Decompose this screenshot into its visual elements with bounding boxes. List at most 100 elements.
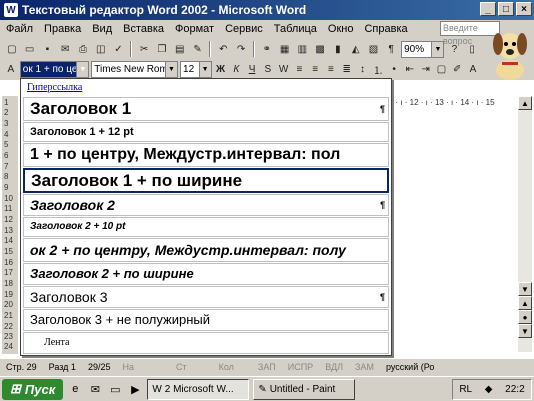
style-item-heading3[interactable]: Заголовок 3 ¶ xyxy=(23,286,389,308)
outlook-icon[interactable]: ✉ xyxy=(87,381,103,397)
help-icon[interactable]: ? xyxy=(446,41,462,57)
open-folder-icon[interactable]: ▭ xyxy=(22,41,38,57)
spelling-icon[interactable]: ✓ xyxy=(111,41,127,57)
status-language[interactable]: русский (Ро xyxy=(380,362,440,372)
save-icon[interactable]: ▪ xyxy=(40,41,56,57)
style-item-heading2[interactable]: Заголовок 2 ¶ xyxy=(23,194,389,216)
tray-clock[interactable]: 22:2 xyxy=(505,384,524,395)
justify-icon[interactable]: ≣ xyxy=(340,61,354,77)
show-desktop-icon[interactable]: ▭ xyxy=(107,381,123,397)
bold-icon[interactable]: Ж xyxy=(214,61,228,77)
columns-icon[interactable]: ▮ xyxy=(330,41,346,57)
menu-insert[interactable]: Вставка xyxy=(123,23,164,35)
scroll-down-icon[interactable]: ▼ xyxy=(518,282,532,296)
zoom-combo[interactable]: 90% ▼ xyxy=(401,40,445,58)
format-painter-icon[interactable]: ✎ xyxy=(190,41,206,57)
align-center-icon[interactable]: ≡ xyxy=(308,61,322,77)
menu-tools[interactable]: Сервис xyxy=(225,23,263,35)
media-player-icon[interactable]: ▶ xyxy=(127,381,143,397)
align-left-icon[interactable]: ≡ xyxy=(293,61,307,77)
drawing-icon[interactable]: ◭ xyxy=(348,41,364,57)
style-item-heading1-justify[interactable]: Заголовок 1 + по ширине xyxy=(23,168,389,193)
scroll-track[interactable] xyxy=(518,110,532,282)
horizontal-ruler[interactable]: · 11 · ı · 12 · ı · 13 · ı · 14 · ı · 15 xyxy=(380,98,520,112)
menu-window[interactable]: Окно xyxy=(328,23,354,35)
style-item-heading3-not-bold[interactable]: Заголовок 3 + не полужирный xyxy=(23,309,389,331)
internet-explorer-icon[interactable]: e xyxy=(67,381,83,397)
close-button[interactable]: × xyxy=(516,2,532,16)
paste-icon[interactable]: ▤ xyxy=(172,41,188,57)
task-button-paint[interactable]: ✎ Untitled - Paint xyxy=(253,378,356,400)
bullets-icon[interactable]: • xyxy=(387,61,401,77)
status-ext[interactable]: ВДЛ xyxy=(319,362,349,372)
hyperlink-icon[interactable]: ⚭ xyxy=(259,41,275,57)
font-size-combo[interactable]: 12 ▼ xyxy=(180,60,212,78)
tray-app-icon[interactable]: ◆ xyxy=(485,384,493,395)
tray-language[interactable]: RL xyxy=(459,384,472,395)
task-button-word[interactable]: W 2 Microsoft W... xyxy=(147,378,250,400)
style-item-heading1[interactable]: Заголовок 1 ¶ xyxy=(23,97,389,121)
style-combo[interactable]: ок 1 + по центру ▼ xyxy=(19,60,90,78)
underline-icon[interactable]: Ч xyxy=(245,61,259,77)
font-combo[interactable]: Times New Roman ▼ xyxy=(91,60,179,78)
prev-page-icon[interactable]: ▲ xyxy=(518,296,532,310)
italic-icon[interactable]: К xyxy=(229,61,243,77)
numbering-icon[interactable]: ⒈ xyxy=(371,61,385,77)
next-page-icon[interactable]: ▼ xyxy=(518,324,532,338)
menu-format[interactable]: Формат xyxy=(175,23,214,35)
chevron-down-icon[interactable]: ▼ xyxy=(165,61,178,77)
insert-table-icon[interactable]: ▥ xyxy=(294,41,310,57)
select-browse-object-icon[interactable]: ● xyxy=(518,310,532,324)
style-item-heading1-12pt[interactable]: Заголовок 1 + 12 pt xyxy=(23,122,389,142)
redo-icon[interactable]: ↷ xyxy=(233,41,249,57)
style-item-lenta[interactable]: Лента xyxy=(23,332,389,354)
office-assistant-dog-icon[interactable] xyxy=(488,22,532,84)
menu-help[interactable]: Справка xyxy=(364,23,407,35)
vertical-ruler[interactable]: 1 2 3 4 5 6 7 8 9 10 11 12 13 14 15 16 1… xyxy=(2,96,18,354)
document-map-icon[interactable]: ▧ xyxy=(366,41,382,57)
status-rec[interactable]: ЗАП xyxy=(252,362,282,372)
print-icon[interactable]: ⎙ xyxy=(75,41,91,57)
wordart-icon[interactable]: W xyxy=(277,61,291,77)
style-item-heading2-center[interactable]: ок 2 + по центру, Междустр.интервал: пол… xyxy=(23,238,389,262)
maximize-button[interactable]: □ xyxy=(498,2,514,16)
style-item-heading2-justify[interactable]: Заголовок 2 + по ширине xyxy=(23,263,389,285)
line-spacing-icon[interactable]: ↕ xyxy=(356,61,370,77)
menu-edit[interactable]: Правка xyxy=(44,23,81,35)
excel-icon[interactable]: ▩ xyxy=(312,41,328,57)
new-document-icon[interactable]: ▢ xyxy=(4,41,20,57)
highlight-icon[interactable]: ✐ xyxy=(450,61,464,77)
minimize-button[interactable]: _ xyxy=(480,2,496,16)
tables-borders-icon[interactable]: ▦ xyxy=(277,41,293,57)
start-button[interactable]: ⊞ Пуск xyxy=(2,378,64,400)
status-trk[interactable]: ИСПР xyxy=(282,362,319,372)
style-dropdown-list[interactable]: Гиперссылка Заголовок 1 ¶ Заголовок 1 + … xyxy=(20,78,392,356)
email-icon[interactable]: ✉ xyxy=(57,41,73,57)
chevron-down-icon[interactable]: ▼ xyxy=(431,41,444,57)
copy-icon[interactable]: ❐ xyxy=(154,41,170,57)
cut-icon[interactable]: ✂ xyxy=(136,41,152,57)
menu-file[interactable]: Файл xyxy=(6,23,33,35)
undo-icon[interactable]: ↶ xyxy=(215,41,231,57)
scroll-up-icon[interactable]: ▲ xyxy=(518,96,532,110)
status-ovr[interactable]: ЗАМ xyxy=(349,362,380,372)
style-item-hyperlink[interactable]: Гиперссылка xyxy=(21,79,391,97)
menu-view[interactable]: Вид xyxy=(92,23,112,35)
font-color-icon[interactable]: A xyxy=(466,61,480,77)
menu-table[interactable]: Таблица xyxy=(274,23,317,35)
show-hide-icon[interactable]: ¶ xyxy=(383,41,399,57)
chevron-down-icon[interactable]: ▼ xyxy=(76,61,89,77)
align-right-icon[interactable]: ≡ xyxy=(324,61,338,77)
print-preview-icon[interactable]: ◫ xyxy=(93,41,109,57)
borders-icon[interactable]: ▢ xyxy=(435,61,449,77)
decrease-indent-icon[interactable]: ⇤ xyxy=(403,61,417,77)
style-item-heading2-10pt[interactable]: Заголовок 2 + 10 pt xyxy=(23,217,389,237)
style-item-heading1-center[interactable]: 1 + по центру, Междустр.интервал: пол xyxy=(23,143,389,167)
chevron-down-icon[interactable]: ▼ xyxy=(198,61,211,77)
styles-pane-icon[interactable]: A xyxy=(4,61,18,77)
strikethrough-icon[interactable]: S xyxy=(261,61,275,77)
increase-indent-icon[interactable]: ⇥ xyxy=(419,61,433,77)
vertical-scrollbar[interactable]: ▲ ▼ ▲ ● ▼ xyxy=(518,96,532,352)
word-app-icon[interactable]: W xyxy=(4,3,18,17)
reading-icon[interactable]: ▯ xyxy=(464,41,480,57)
